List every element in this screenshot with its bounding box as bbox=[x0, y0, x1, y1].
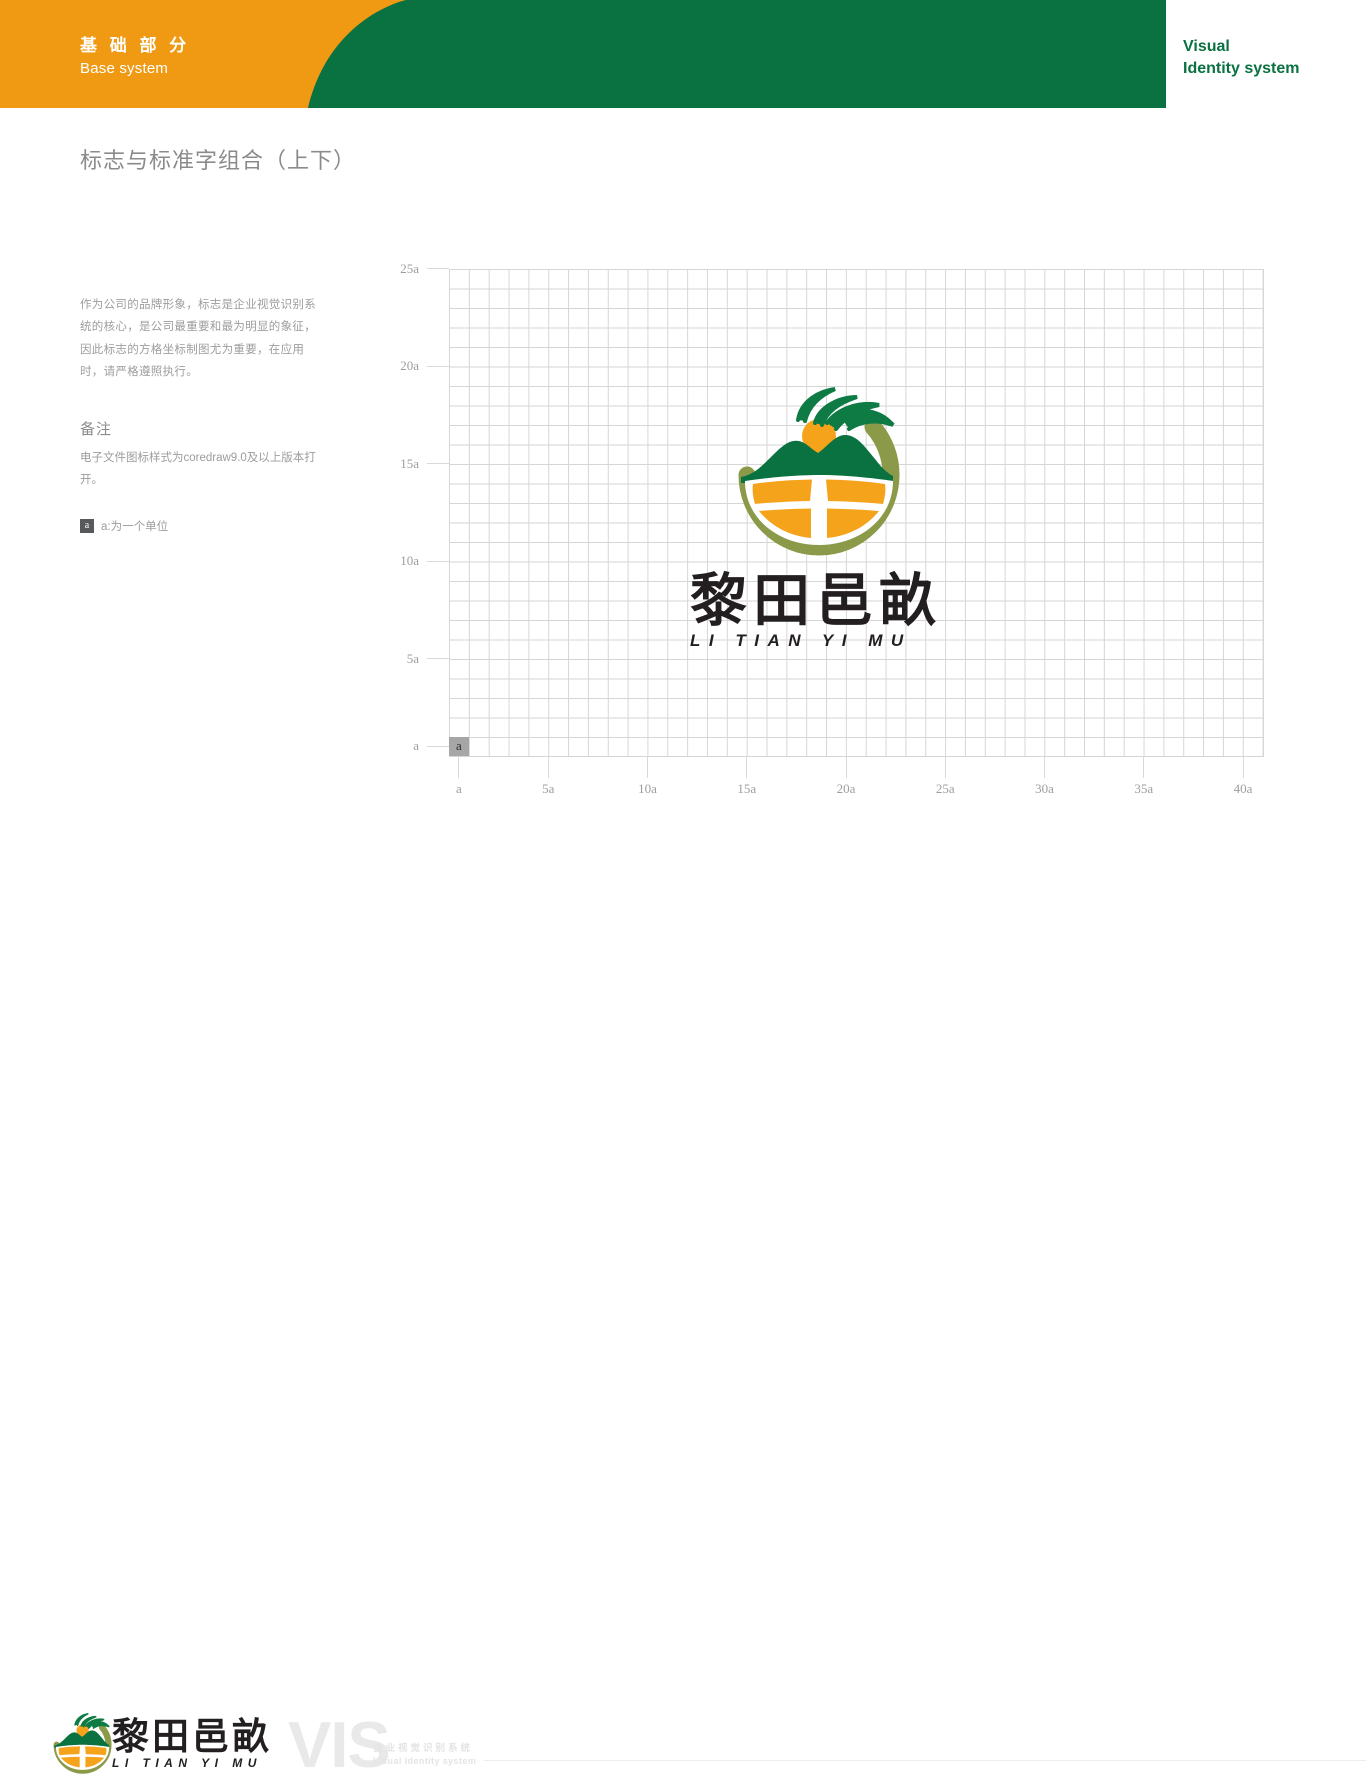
y-axis-tick bbox=[427, 463, 449, 464]
header-orange-curve bbox=[0, 0, 406, 108]
note-heading: 备注 bbox=[80, 420, 113, 438]
x-axis-label: 35a bbox=[1134, 781, 1154, 796]
footer-wordmark: 黎田邑畝 LI TIAN YI MU bbox=[112, 1714, 272, 1771]
logo-wordmark: 黎田邑畝 LI TIAN YI MU bbox=[690, 572, 985, 672]
page-footer: 黎田邑畝 LI TIAN YI MU VIS 企业视觉识别系统 Visual I… bbox=[0, 846, 1366, 1777]
header-right-title: Visual Identity system bbox=[1183, 36, 1299, 79]
footer-logo-svg bbox=[53, 1713, 112, 1774]
logo-emblem-svg bbox=[738, 387, 900, 556]
x-axis-tick bbox=[944, 756, 946, 778]
footer-wordmark-pinyin: LI TIAN YI MU bbox=[112, 1756, 262, 1770]
x-axis-tick bbox=[845, 756, 847, 778]
y-axis-label: 5a bbox=[406, 650, 419, 666]
x-axis-tick bbox=[547, 756, 549, 778]
x-axis-label: 40a bbox=[1233, 781, 1253, 796]
header-left-title: 基 础 部 分 Base system bbox=[80, 36, 190, 78]
vis-subtitle-cn: 企业视觉识别系统 bbox=[373, 1743, 474, 1754]
x-axis-label: 30a bbox=[1035, 781, 1054, 796]
sidebar-intro-text: 作为公司的品牌形象，标志是企业视觉识别系统的核心，是公司最重要和最为明显的象征，… bbox=[80, 299, 316, 379]
y-axis-label: a bbox=[413, 738, 419, 754]
header-title-cn: 基 础 部 分 bbox=[80, 36, 191, 55]
unit-legend-label: a:为一个单位 bbox=[101, 520, 169, 533]
vis-subtitle: 企业视觉识别系统 Visual Identity system bbox=[373, 1740, 623, 1766]
footer-wordmark-chinese: 黎田邑畝 bbox=[112, 1714, 272, 1758]
x-axis-tick bbox=[647, 756, 648, 778]
page-header: 基 础 部 分 Base system Visual Identity syst… bbox=[0, 0, 1366, 108]
y-axis-tick bbox=[427, 268, 449, 269]
x-axis-tick bbox=[746, 756, 748, 778]
x-axis-label: 20a bbox=[836, 781, 856, 796]
x-axis-label: 25a bbox=[935, 781, 955, 796]
sidebar-notes: 作为公司的品牌形象，标志是企业视觉识别系统的核心，是公司最重要和最为明显的象征，… bbox=[80, 294, 320, 534]
x-axis-label: 5a bbox=[542, 781, 555, 796]
wordmark-chinese: 黎田邑畝 bbox=[690, 567, 942, 634]
x-axis-label: 10a bbox=[638, 781, 657, 796]
wordmark-pinyin: LI TIAN YI MU bbox=[690, 631, 912, 650]
vis-subtitle-en: Visual Identity system bbox=[373, 1756, 477, 1766]
x-axis-tick bbox=[1143, 756, 1145, 778]
y-axis-tick bbox=[427, 745, 449, 747]
unit-legend: a a:为一个单位 bbox=[80, 518, 320, 534]
footer-logo-emblem bbox=[48, 1708, 120, 1780]
page-title: 标志与标准字组合（上下） bbox=[80, 148, 357, 173]
x-axis-tick bbox=[1044, 756, 1045, 778]
unit-cell-a: a bbox=[449, 736, 469, 756]
y-axis-label: 10a bbox=[400, 553, 419, 568]
header-title-en: Base system bbox=[80, 60, 169, 78]
y-axis-label: 15a bbox=[400, 455, 419, 471]
logo-emblem bbox=[723, 383, 923, 563]
y-axis-tick bbox=[427, 365, 449, 367]
unit-badge-icon: a bbox=[80, 518, 94, 533]
header-right-line1: Visual bbox=[1183, 38, 1230, 55]
x-axis-tick bbox=[1242, 756, 1244, 778]
y-axis-label: 25a bbox=[400, 260, 419, 276]
header-right-line2: Identity system bbox=[1183, 59, 1300, 77]
footer-rule bbox=[484, 1760, 1366, 1761]
x-axis-tick bbox=[458, 756, 460, 778]
vis-manual-page: 基 础 部 分 Base system Visual Identity syst… bbox=[0, 0, 1366, 1777]
y-axis-tick bbox=[427, 658, 449, 659]
y-axis-tick bbox=[427, 560, 449, 562]
y-axis-label: 20a bbox=[400, 358, 419, 373]
x-axis-label: a bbox=[456, 781, 462, 796]
note-body-text: 电子文件图标样式为coredraw9.0及以上版本打开。 bbox=[80, 451, 316, 487]
x-axis-label: 15a bbox=[737, 781, 757, 796]
